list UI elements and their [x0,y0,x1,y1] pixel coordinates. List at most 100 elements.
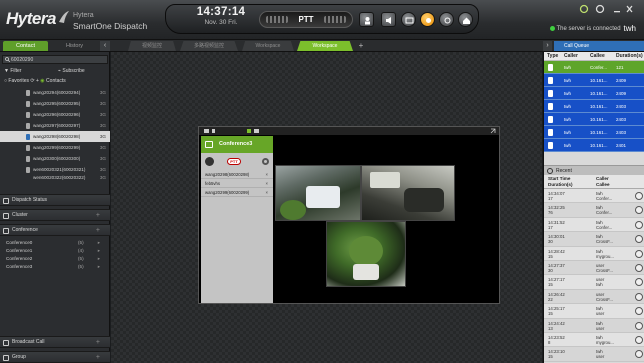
record-button[interactable] [439,12,454,27]
add-cluster-button[interactable]: + [96,210,100,221]
add-group-button[interactable]: + [96,352,100,363]
favorites-radio[interactable]: ○ Favorites [4,78,29,84]
callback-icon[interactable] [635,220,643,229]
table-row[interactable]: 14:27:17 15 user twh [544,275,644,290]
workspace-tab-2[interactable]: 多路视频监控 [180,41,238,51]
conference-list: Conference0 (5) ▸ Conference1 (4) ▸ Conferen… [0,239,110,271]
table-row[interactable]: 14:24:42 13 twh user [544,318,644,333]
list-item[interactable]: Conference0 (5) ▸ [0,239,110,247]
list-item[interactable]: wang20296(60020296) 3G [0,109,110,120]
conference-icon [205,141,213,148]
table-row[interactable]: twh Confer... 121 [544,61,644,74]
list-item[interactable]: wen60020321(60020321) 3G [0,164,110,175]
table-row[interactable]: 14:27:37 30 user CrossF... [544,260,644,276]
list-item[interactable]: wen60020322(60020322) 3G [0,175,110,181]
recent-header[interactable]: Recent [544,165,644,175]
section-broadcast-call[interactable]: Broadcast Call + [0,336,110,348]
list-item[interactable]: wang20294(60020294) 3G [0,87,110,98]
list-item[interactable]: wang20300(60020300) 3G [0,153,110,164]
table-row[interactable]: 14:28:42 15 twh mygrou... [544,246,644,261]
phone-icon [26,90,30,96]
callback-icon[interactable] [635,292,643,301]
table-row[interactable]: 14:23:10 15 twh user [544,347,644,362]
workspace-tab-3[interactable]: Workspace [242,41,294,51]
section-cluster[interactable]: Cluster + [0,209,110,221]
ptt-button[interactable]: PTT [259,11,353,28]
message-button[interactable] [401,12,416,27]
conference-ptt-button[interactable]: PTT [227,158,241,165]
table-row[interactable]: twh 10.161... 2403 [544,100,644,113]
workspace-tab-4[interactable]: Workspace [297,41,353,51]
phone-icon [26,101,30,107]
collapse-right-button[interactable]: › [543,41,552,51]
conference-title: Conference3 [201,136,273,153]
callback-icon[interactable] [635,192,643,200]
current-user[interactable]: twh [624,24,636,33]
tab-contact[interactable]: Contact [3,41,48,51]
table-row[interactable]: 14:31:52 17 twh Confer... [544,217,644,233]
list-item[interactable]: wang20299(60020299) × [201,188,273,197]
refresh-icon[interactable]: ⟳ [30,78,34,84]
list-item[interactable]: feb5vhs × [201,179,273,188]
workspace-tab-1[interactable]: 视频监控 [128,41,176,51]
table-row[interactable]: 14:34:07 17 twh Confer... [544,189,644,204]
callback-icon[interactable] [635,206,643,215]
table-row[interactable]: twh 10.161... 2409 [544,87,644,100]
section-group[interactable]: Group + [0,351,110,363]
callback-icon[interactable] [635,249,643,258]
alarm-button[interactable] [420,12,435,27]
callback-icon[interactable] [635,235,643,244]
list-item[interactable]: Conference1 (4) ▸ [0,247,110,255]
callback-icon[interactable] [635,263,643,272]
table-row[interactable]: 14:32:25 76 twh Confer... [544,203,644,218]
gear-icon[interactable] [262,158,269,165]
callback-icon[interactable] [635,335,643,344]
list-item[interactable]: wang20298(60020298) × [201,170,273,179]
callback-icon[interactable] [635,350,643,359]
table-row[interactable]: 14:30:01 30 twh CrossF... [544,232,644,247]
list-item[interactable]: wang20297(60020297) 3G [0,120,110,131]
video-feed-3[interactable] [326,221,406,287]
home-button[interactable] [458,12,473,27]
conference-window[interactable]: Conference3 PTT wang20298(60020298) × feb… [198,126,500,304]
contacts-radio[interactable]: ◉ Contacts [40,78,66,84]
list-item[interactable]: wang20299(60020299) 3G [0,142,110,153]
table-row[interactable]: 14:26:42 22 user CrossF... [544,289,644,305]
add-conference-button[interactable]: + [96,225,100,236]
callback-icon[interactable] [635,321,643,330]
phone-icon [26,112,30,118]
remove-member-icon[interactable]: × [265,179,268,188]
call-queue-header: Type Caller Callee Duration(s) [544,52,644,61]
filter-button[interactable]: ▼ Filter [4,66,21,76]
table-row[interactable]: 14:25:17 15 twh user [544,304,644,319]
video-feed-1[interactable] [275,165,361,221]
remove-member-icon[interactable]: × [265,188,268,197]
table-row[interactable]: twh 10.161... 2403 [544,113,644,126]
subscribe-button[interactable]: ⌁ Subscribe [58,66,85,76]
callback-icon[interactable] [635,278,643,287]
user-button[interactable] [359,12,374,27]
table-row[interactable]: twh 10.161... 2409 [544,74,644,87]
add-broadcast-button[interactable]: + [96,337,100,348]
volume-button[interactable] [381,12,396,27]
section-conference[interactable]: Conference + [0,224,110,236]
list-item[interactable]: wang20295(60020295) 3G [0,98,110,109]
list-item-selected[interactable]: wang20298(60020298) 3G [0,131,110,142]
table-row[interactable]: 14:23:52 8 twh mygrou... [544,332,644,348]
list-item[interactable]: Conference3 (5) ▸ [0,263,110,271]
collapse-left-button[interactable]: ‹ [100,41,110,51]
tab-history[interactable]: History [52,41,97,51]
add-tab-button[interactable]: + [355,41,367,51]
filter-bar: ▼ Filter ⌁ Subscribe [0,66,110,76]
list-item[interactable]: Conference2 (5) ▸ [0,255,110,263]
callback-icon[interactable] [635,307,643,316]
remove-member-icon[interactable]: × [265,170,268,179]
add-icon[interactable]: + [36,78,39,84]
section-dispatch-status[interactable]: Dispatch Status [0,194,110,206]
group-icon [3,355,9,361]
dispatch-icon [3,198,9,204]
table-row[interactable]: twh 10.161... 2403 [544,126,644,139]
table-row[interactable]: twh 10.161... 2401 [544,139,644,152]
search-input[interactable]: 60020290 [2,55,108,64]
video-feed-2[interactable] [361,165,455,221]
